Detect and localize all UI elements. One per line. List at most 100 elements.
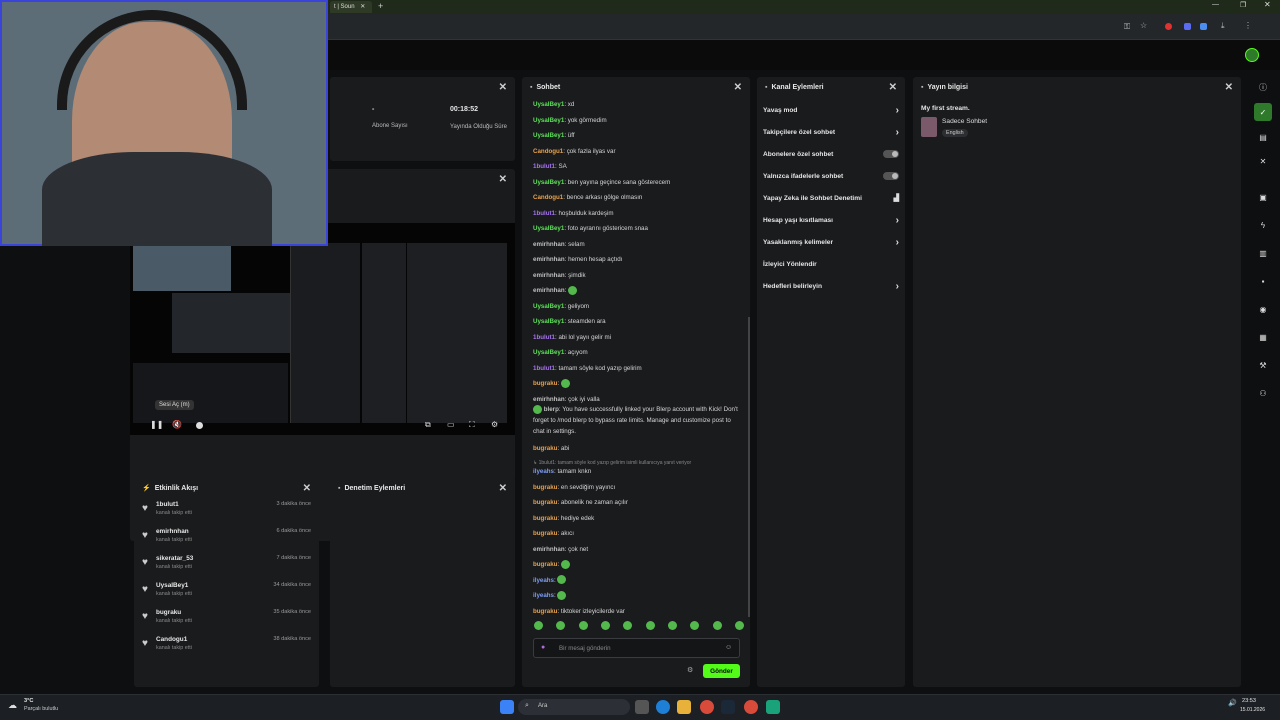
emote-icon[interactable] xyxy=(690,621,700,630)
chat-username[interactable]: UysalBey1 xyxy=(533,132,564,139)
menu-icon[interactable]: ⋮ xyxy=(1244,21,1252,30)
emoji-icon[interactable]: ☺ xyxy=(725,644,732,651)
pip-icon[interactable]: ⧉ xyxy=(425,420,431,430)
layout-icon[interactable]: ▤ xyxy=(1254,128,1272,146)
toggle-switch[interactable] xyxy=(883,172,899,180)
toggle-switch[interactable] xyxy=(883,150,899,158)
close-icon[interactable]: ✕ xyxy=(303,483,311,494)
close-icon[interactable]: ✕ xyxy=(1225,82,1233,93)
chat-username[interactable]: bugraku xyxy=(533,499,557,506)
users-icon[interactable]: ⚇ xyxy=(1254,384,1272,402)
activity-username[interactable]: bugraku xyxy=(156,609,192,616)
channel-action-item[interactable]: Abonelere özel sohbet xyxy=(757,143,905,165)
chat-username[interactable]: UysalBey1 xyxy=(533,225,564,232)
info-icon[interactable]: ⓘ xyxy=(1254,78,1272,96)
wrench-icon[interactable]: ⚒ xyxy=(1254,356,1272,374)
channel-action-item[interactable]: Yasaklanmış kelimeler › xyxy=(757,231,905,253)
close-icon[interactable]: ✕ xyxy=(889,82,897,93)
fullscreen-icon[interactable]: ⛶ xyxy=(469,420,475,430)
chat-username[interactable]: emirhnhan xyxy=(533,241,565,248)
close-icon[interactable]: ✕ xyxy=(1254,152,1272,170)
extension-icon[interactable] xyxy=(1200,23,1207,30)
chat-username[interactable]: bugraku xyxy=(533,445,557,452)
volume-icon[interactable]: 🔊 xyxy=(1228,699,1237,707)
mic-icon[interactable]: ● xyxy=(541,644,545,651)
stack-icon[interactable]: ▦ xyxy=(1254,328,1272,346)
maximize-icon[interactable]: ❐ xyxy=(1240,1,1246,9)
activity-username[interactable]: sikeratar_53 xyxy=(156,555,193,562)
avatar[interactable] xyxy=(1245,48,1259,62)
chat-username[interactable]: bugraku xyxy=(533,380,557,387)
chat-username[interactable]: ilyeahs xyxy=(533,577,554,584)
theater-icon[interactable]: ▭ xyxy=(447,420,455,429)
chat-username[interactable]: emirhnhan xyxy=(533,287,565,294)
broadcast-icon[interactable]: ◉ xyxy=(1254,300,1272,318)
taskbar-search[interactable]: ⌕ Ara xyxy=(518,699,630,715)
steam-icon[interactable] xyxy=(721,700,735,714)
settings-icon[interactable]: ⚙ xyxy=(491,420,498,429)
chat-username[interactable]: blerp xyxy=(544,406,559,413)
activity-username[interactable]: 1bulut1 xyxy=(156,501,192,508)
send-button[interactable]: Gönder xyxy=(703,664,740,678)
channel-action-item[interactable]: İzleyici Yönlendir xyxy=(757,253,905,275)
key-icon[interactable]: ⚿ xyxy=(1124,22,1130,32)
close-icon[interactable]: ✕ xyxy=(499,82,507,93)
chat-username[interactable]: UysalBey1 xyxy=(533,179,564,186)
trash-icon[interactable]: ▥ xyxy=(1254,244,1272,262)
chat-username[interactable]: UysalBey1 xyxy=(533,318,564,325)
pause-icon[interactable]: ❚❚ xyxy=(150,420,163,429)
chat-username[interactable]: Candogu1 xyxy=(533,148,563,155)
chat-username[interactable]: UysalBey1 xyxy=(533,349,564,356)
activity-username[interactable]: Candogu1 xyxy=(156,636,192,643)
activity-username[interactable]: emirhnhan xyxy=(156,528,192,535)
channel-action-item[interactable]: Hesap yaşı kısıtlaması › xyxy=(757,209,905,231)
close-icon[interactable]: ✕ xyxy=(734,82,742,93)
extension-icon[interactable] xyxy=(1165,23,1172,30)
camera-icon[interactable]: ▣ xyxy=(1254,188,1272,206)
app-icon[interactable] xyxy=(766,700,780,714)
minimize-icon[interactable]: — xyxy=(1212,1,1219,8)
chat-username[interactable]: ilyeahs xyxy=(533,592,554,599)
volume-slider[interactable] xyxy=(196,422,203,429)
chat-username[interactable]: 1bulut1 xyxy=(533,163,555,170)
chat-username[interactable]: 1bulut1 xyxy=(533,210,555,217)
edge-icon[interactable] xyxy=(656,700,670,714)
task-view-icon[interactable] xyxy=(635,700,649,714)
chat-username[interactable]: bugraku xyxy=(533,608,557,615)
download-icon[interactable]: ⤓ xyxy=(1221,21,1225,31)
chrome-icon[interactable] xyxy=(744,700,758,714)
channel-action-item[interactable]: Takipçilere özel sohbet › xyxy=(757,121,905,143)
weather-icon[interactable]: ☁ xyxy=(8,700,17,711)
chat-username[interactable]: bugraku xyxy=(533,484,557,491)
channel-action-item[interactable]: Yapay Zeka ile Sohbet Denetimi ▟ xyxy=(757,187,905,209)
chat-username[interactable]: bugraku xyxy=(533,515,557,522)
channel-action-item[interactable]: Yavaş mod › xyxy=(757,99,905,121)
chat-icon[interactable]: ▪ xyxy=(1254,272,1272,290)
check-icon[interactable]: ✓ xyxy=(1254,103,1272,121)
channel-action-item[interactable]: Hedefleri belirleyin › xyxy=(757,275,905,297)
close-tab-icon[interactable]: ✕ xyxy=(360,4,365,10)
channel-action-item[interactable]: Yalnızca ifadelerle sohbet xyxy=(757,165,905,187)
emote-icon[interactable] xyxy=(645,621,655,630)
chat-input[interactable]: ● Bir mesaj gönderin ☺ xyxy=(533,638,740,658)
emote-icon[interactable] xyxy=(712,621,722,630)
chat-username[interactable]: UysalBey1 xyxy=(533,101,564,108)
chat-settings-icon[interactable]: ⚙ xyxy=(687,666,693,674)
emote-icon[interactable] xyxy=(578,621,588,630)
chat-scrollbar[interactable] xyxy=(748,317,750,617)
explorer-icon[interactable] xyxy=(677,700,691,714)
chat-username[interactable]: UysalBey1 xyxy=(533,303,564,310)
emote-icon[interactable] xyxy=(556,621,566,630)
chat-username[interactable]: emirhnhan xyxy=(533,546,565,553)
chrome-icon[interactable] xyxy=(700,700,714,714)
chat-username[interactable]: emirhnhan xyxy=(533,256,565,263)
emote-icon[interactable] xyxy=(734,621,744,630)
emote-icon[interactable] xyxy=(600,621,610,630)
chat-username[interactable]: bugraku xyxy=(533,530,557,537)
chat-username[interactable]: Candogu1 xyxy=(533,194,563,201)
activity-username[interactable]: UysalBey1 xyxy=(156,582,192,589)
chat-username[interactable]: ilyeahs xyxy=(533,468,554,475)
star-icon[interactable]: ☆ xyxy=(1140,21,1147,30)
chat-username[interactable]: 1bulut1 xyxy=(533,334,555,341)
start-icon[interactable] xyxy=(500,700,514,714)
